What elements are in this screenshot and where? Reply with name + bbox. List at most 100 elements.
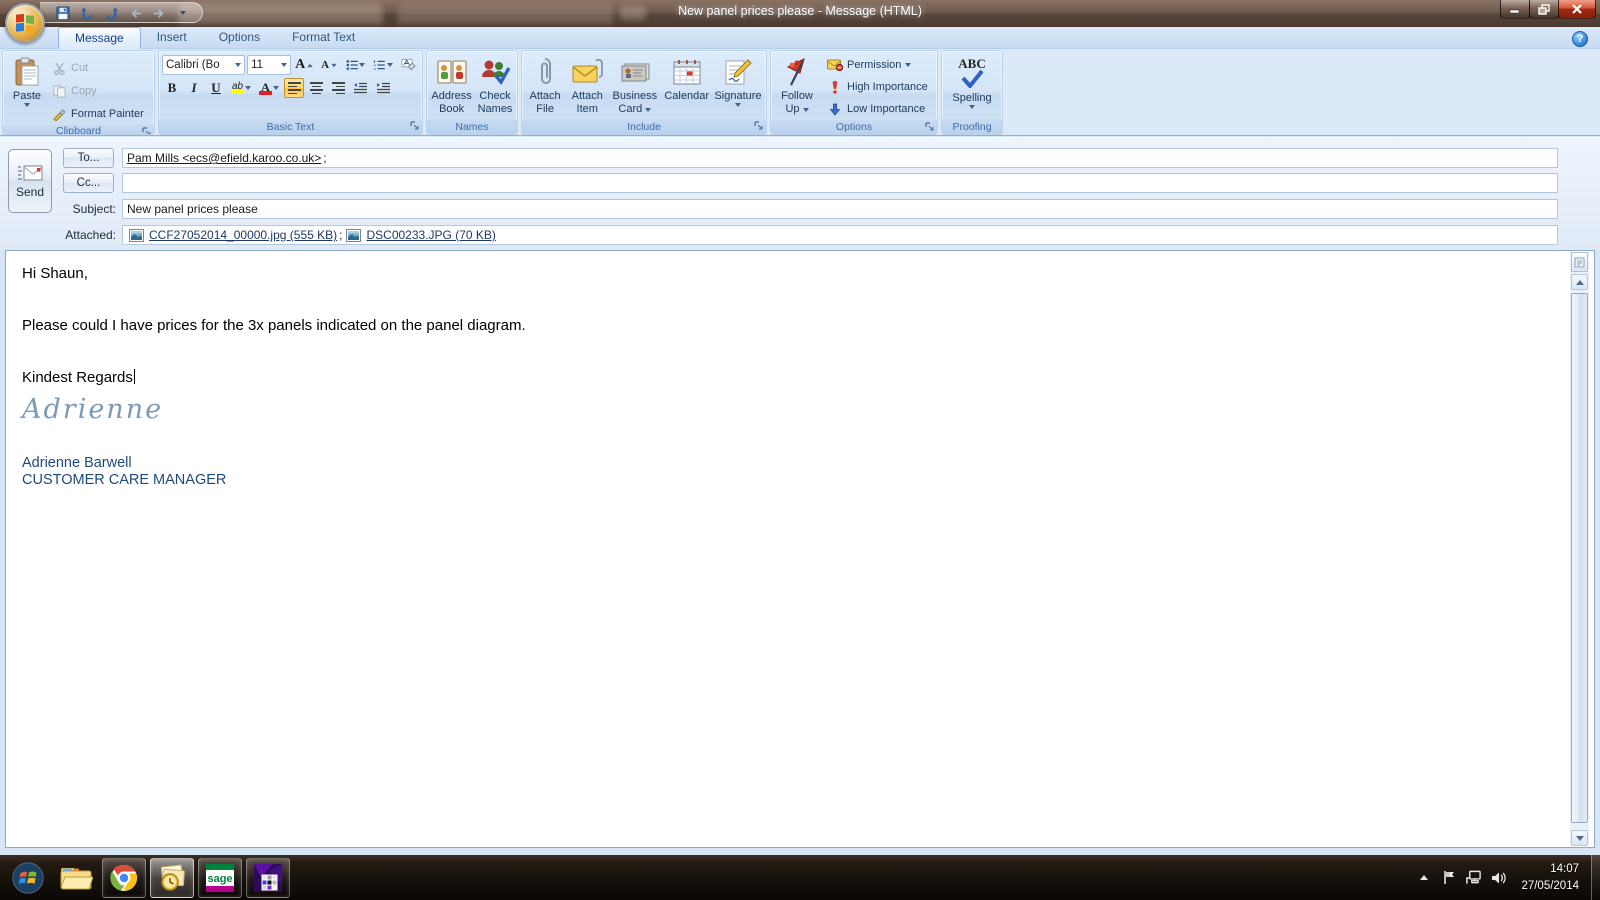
signature-title: CUSTOMER CARE MANAGER bbox=[22, 472, 227, 488]
shrink-font-button[interactable]: A bbox=[319, 55, 341, 75]
bold-button[interactable]: B bbox=[162, 78, 182, 98]
tab-insert[interactable]: Insert bbox=[141, 27, 203, 49]
grow-font-button[interactable]: A bbox=[293, 55, 317, 75]
taskbar-outlook-button[interactable] bbox=[150, 857, 194, 898]
taskbar: sage 14:07 27/05/2014 bbox=[0, 855, 1600, 900]
paste-icon bbox=[11, 56, 43, 88]
clear-formatting-icon bbox=[401, 58, 416, 71]
subject-label: Subject: bbox=[72, 202, 116, 216]
dropdown-arrow-icon bbox=[802, 107, 809, 112]
tab-format-text[interactable]: Format Text bbox=[276, 27, 371, 49]
to-button[interactable]: To... bbox=[63, 148, 114, 168]
signature-button[interactable]: Signature bbox=[713, 53, 763, 117]
scrollbar-thumb[interactable] bbox=[1571, 293, 1588, 823]
cc-field[interactable] bbox=[122, 173, 1558, 193]
taskbar-app-button[interactable] bbox=[246, 857, 290, 898]
calendar-button[interactable]: Calendar bbox=[662, 53, 711, 117]
font-color-button[interactable]: A bbox=[256, 78, 282, 98]
business-card-icon bbox=[619, 56, 651, 88]
scroll-down-button[interactable] bbox=[1571, 830, 1588, 846]
font-size-combobox[interactable]: 11 bbox=[247, 55, 291, 75]
options-dialog-launcher[interactable] bbox=[925, 122, 935, 132]
numbering-button[interactable] bbox=[370, 55, 396, 75]
restore-button[interactable] bbox=[1529, 0, 1559, 19]
attachment-link[interactable]: DSC00233.JPG (70 KB) bbox=[366, 228, 495, 242]
decrease-indent-button[interactable] bbox=[350, 78, 371, 98]
message-body[interactable]: Hi Shaun, Please could I have prices for… bbox=[5, 250, 1595, 848]
align-right-button[interactable] bbox=[328, 78, 348, 98]
ribbon-tab-row: Message Insert Options Format Text ? bbox=[0, 27, 1600, 49]
spelling-button[interactable]: ABC Spelling bbox=[946, 53, 998, 117]
vertical-scrollbar[interactable] bbox=[1570, 252, 1589, 846]
dropdown-arrow-icon bbox=[905, 63, 912, 67]
send-button[interactable]: Send bbox=[8, 149, 52, 213]
check-names-button[interactable]: Check Names bbox=[476, 53, 515, 117]
basic-text-dialog-launcher[interactable] bbox=[410, 121, 420, 131]
calendar-icon bbox=[671, 56, 703, 88]
volume-icon[interactable] bbox=[1491, 870, 1507, 886]
numbering-icon bbox=[374, 60, 386, 70]
address-book-button[interactable]: Address Book bbox=[430, 53, 474, 117]
align-left-button[interactable] bbox=[284, 78, 304, 98]
to-field[interactable]: Pam Mills <ecs@efield.karoo.co.uk>; bbox=[122, 148, 1558, 168]
help-button[interactable]: ? bbox=[1572, 31, 1588, 47]
view-ruler-toggle[interactable] bbox=[1571, 252, 1588, 272]
dropdown-arrow-icon bbox=[386, 63, 393, 67]
close-button[interactable] bbox=[1558, 0, 1596, 19]
paste-button[interactable]: Paste bbox=[6, 53, 48, 123]
attachment-link[interactable]: CCF27052014_00000.jpg (555 KB) bbox=[149, 228, 337, 242]
copy-button[interactable]: Copy bbox=[48, 82, 147, 100]
signature-icon bbox=[722, 56, 754, 88]
office-button[interactable] bbox=[5, 3, 45, 43]
text-highlight-button[interactable]: ab bbox=[228, 78, 254, 98]
taskbar-sage-button[interactable]: sage bbox=[198, 857, 242, 898]
format-painter-icon bbox=[51, 106, 67, 122]
proofing-group-label: Proofing bbox=[942, 119, 1002, 134]
action-center-flag-icon[interactable] bbox=[1441, 870, 1457, 886]
names-group: Address Book Check Names Names bbox=[426, 50, 518, 135]
scroll-up-button[interactable] bbox=[1571, 274, 1588, 290]
high-importance-button[interactable]: High Importance bbox=[824, 78, 931, 96]
folder-icon bbox=[60, 867, 93, 889]
font-name-combobox[interactable]: Calibri (Bo bbox=[162, 55, 246, 75]
business-card-button[interactable]: Business Card bbox=[609, 53, 660, 117]
cut-button[interactable]: Cut bbox=[48, 59, 147, 77]
permission-button[interactable]: Permission bbox=[824, 56, 931, 74]
sage-label: sage bbox=[207, 873, 232, 885]
network-icon[interactable] bbox=[1466, 870, 1482, 886]
clear-formatting-button[interactable] bbox=[398, 55, 419, 75]
clipboard-dialog-launcher[interactable] bbox=[142, 127, 152, 134]
low-importance-button[interactable]: Low Importance bbox=[824, 100, 931, 118]
include-group-label: Include bbox=[522, 119, 766, 134]
align-center-button[interactable] bbox=[306, 78, 326, 98]
scrollbar-track[interactable] bbox=[1571, 291, 1588, 829]
attached-field[interactable]: CCF27052014_00000.jpg (555 KB); DSC00233… bbox=[122, 225, 1558, 245]
increase-indent-icon bbox=[377, 82, 390, 94]
attach-file-button[interactable]: Attach File bbox=[525, 53, 565, 117]
taskbar-clock[interactable]: 14:07 27/05/2014 bbox=[1521, 861, 1579, 894]
italic-button[interactable]: I bbox=[184, 78, 204, 98]
subject-field[interactable]: New panel prices please bbox=[122, 199, 1558, 219]
follow-up-button[interactable]: Follow Up bbox=[774, 53, 820, 118]
tab-message[interactable]: Message bbox=[58, 27, 141, 49]
dropdown-arrow-icon bbox=[969, 104, 975, 109]
cc-button[interactable]: Cc... bbox=[63, 173, 114, 193]
increase-indent-button[interactable] bbox=[373, 78, 394, 98]
body-greeting: Hi Shaun, bbox=[22, 265, 88, 282]
attach-item-button[interactable]: Attach Item bbox=[567, 53, 607, 117]
start-button[interactable] bbox=[6, 858, 50, 898]
outlook-icon bbox=[160, 864, 185, 891]
names-group-label: Names bbox=[427, 119, 517, 134]
arrow-down-icon bbox=[1575, 835, 1584, 841]
recipient-link[interactable]: Pam Mills <ecs@efield.karoo.co.uk> bbox=[127, 151, 321, 165]
minimize-button[interactable] bbox=[1500, 0, 1530, 19]
include-dialog-launcher[interactable] bbox=[754, 121, 764, 131]
taskbar-chrome-button[interactable] bbox=[102, 857, 146, 898]
underline-button[interactable]: U bbox=[206, 78, 226, 98]
taskbar-explorer-button[interactable] bbox=[54, 858, 98, 898]
bullets-button[interactable] bbox=[343, 55, 369, 75]
show-desktop-button[interactable] bbox=[1591, 855, 1600, 900]
format-painter-button[interactable]: Format Painter bbox=[48, 105, 147, 123]
tab-options[interactable]: Options bbox=[203, 27, 276, 49]
show-hidden-icons-button[interactable] bbox=[1416, 870, 1432, 886]
